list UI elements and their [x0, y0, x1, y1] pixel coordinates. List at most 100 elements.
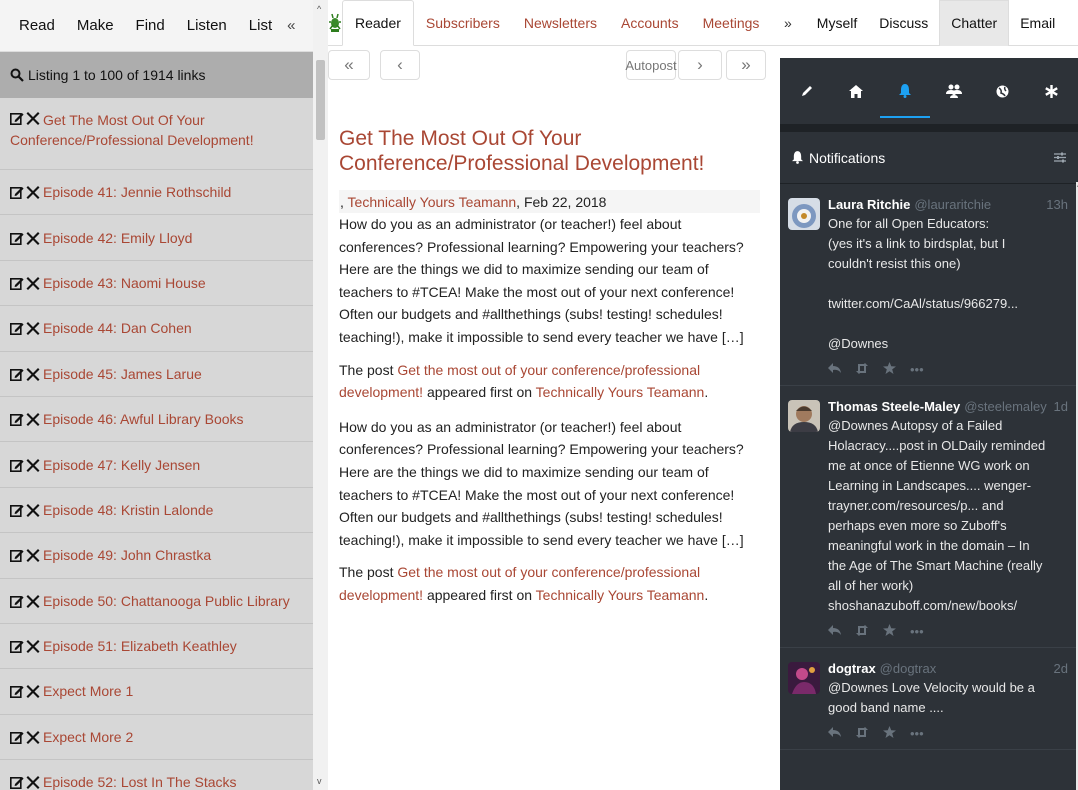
retweet-icon[interactable]	[855, 362, 869, 377]
filter-sliders-icon[interactable]	[1054, 150, 1066, 166]
edit-icon[interactable]	[10, 276, 24, 290]
tweet-item[interactable]: Thomas Steele-Maley @steelemaley 1d @Downe…	[780, 386, 1078, 648]
globe-icon[interactable]	[990, 78, 1016, 104]
autopost-button[interactable]: Autopost	[625, 50, 677, 80]
prev-button[interactable]: ‹	[380, 50, 420, 80]
link-title[interactable]: Episode 48: Kristin Lalonde	[43, 500, 213, 520]
settings-asterisk-icon[interactable]	[1039, 78, 1065, 104]
link-title[interactable]: Episode 43: Naomi House	[43, 273, 206, 293]
more-options-icon[interactable]: •••	[910, 726, 924, 741]
edit-icon[interactable]	[10, 185, 24, 200]
edit-icon[interactable]	[10, 458, 24, 472]
tab-listen[interactable]: Listen	[176, 17, 238, 34]
followers-icon[interactable]	[941, 78, 967, 104]
reply-icon[interactable]	[828, 726, 841, 741]
link-title[interactable]: Episode 45: James Larue	[43, 364, 202, 384]
post-site-link[interactable]: Technically Yours Teamann	[536, 587, 705, 603]
delete-icon[interactable]	[26, 321, 40, 336]
scroll-down-icon[interactable]: v	[317, 776, 322, 786]
delete-icon[interactable]	[26, 276, 40, 290]
edit-icon[interactable]	[10, 412, 24, 427]
byline-author-link[interactable]: Technically Yours Teamann	[348, 194, 517, 210]
link-list-item[interactable]: Episode 51: Elizabeth Keathley	[0, 624, 313, 670]
tweet-handle[interactable]: @dogtrax	[880, 660, 937, 678]
delete-icon[interactable]	[26, 367, 40, 381]
tweet-author[interactable]: Laura Ritchie	[828, 196, 910, 214]
link-title[interactable]: Expect More 1	[43, 681, 133, 701]
edit-icon[interactable]	[10, 684, 24, 699]
link-list-item[interactable]: Episode 43: Naomi House	[0, 261, 313, 307]
link-title[interactable]: Episode 46: Awful Library Books	[43, 409, 244, 429]
delete-icon[interactable]	[26, 185, 40, 200]
tweet-item[interactable]: Laura Ritchie @lauraritchie 13h One for al…	[780, 184, 1078, 386]
compose-icon[interactable]	[794, 78, 820, 104]
tab-meetings[interactable]: Meetings	[691, 0, 770, 46]
edit-icon[interactable]	[10, 503, 24, 517]
delete-icon[interactable]	[26, 775, 40, 790]
delete-icon[interactable]	[26, 639, 40, 654]
tab-email[interactable]: Email	[1009, 0, 1066, 46]
link-list-item[interactable]: Episode 42: Emily Lloyd	[0, 215, 313, 261]
edit-icon[interactable]	[10, 639, 24, 654]
reply-icon[interactable]	[828, 624, 841, 639]
link-list-item[interactable]: Expect More 1	[0, 669, 313, 715]
delete-icon[interactable]	[26, 594, 40, 608]
home-icon[interactable]	[843, 78, 869, 104]
delete-icon[interactable]	[26, 548, 40, 563]
link-title[interactable]: Episode 52: Lost In The Stacks	[43, 772, 237, 790]
link-list-item[interactable]: Get The Most Out Of Your Conference/Prof…	[0, 98, 313, 170]
delete-icon[interactable]	[26, 458, 40, 472]
avatar[interactable]	[788, 198, 820, 230]
delete-icon[interactable]	[26, 730, 40, 744]
avatar[interactable]	[788, 662, 820, 694]
tab-list[interactable]: List	[238, 17, 283, 34]
tab-subscribers[interactable]: Subscribers	[414, 0, 512, 46]
favorite-star-icon[interactable]	[883, 362, 896, 377]
tab-chatter[interactable]: Chatter	[939, 0, 1010, 46]
tweet-author[interactable]: dogtrax	[828, 660, 876, 678]
link-list-item[interactable]: Episode 46: Awful Library Books	[0, 397, 313, 443]
expand-right-button[interactable]: »	[770, 15, 806, 31]
edit-icon[interactable]	[10, 231, 24, 245]
delete-icon[interactable]	[26, 231, 40, 245]
more-options-icon[interactable]: •••	[910, 362, 924, 377]
edit-icon[interactable]	[10, 367, 24, 381]
left-scrollbar[interactable]: ^ v	[313, 0, 328, 790]
first-button[interactable]: «	[328, 50, 370, 80]
link-title[interactable]: Episode 50: Chattanooga Public Library	[43, 591, 290, 611]
collapse-left-button[interactable]: «	[283, 17, 295, 34]
link-title[interactable]: Episode 49: John Chrastka	[43, 545, 211, 565]
notifications-bell-icon[interactable]	[879, 78, 930, 118]
link-title[interactable]: Get The Most Out Of Your Conference/Prof…	[10, 112, 254, 148]
tweet-author[interactable]: Thomas Steele-Maley	[828, 398, 960, 416]
tab-read[interactable]: Read	[8, 17, 66, 34]
retweet-icon[interactable]	[855, 726, 869, 741]
delete-icon[interactable]	[26, 412, 40, 427]
tweet-handle[interactable]: @lauraritchie	[914, 196, 991, 214]
avatar[interactable]	[788, 400, 820, 432]
link-title[interactable]: Expect More 2	[43, 727, 133, 747]
link-list-item[interactable]: Episode 48: Kristin Lalonde	[0, 488, 313, 534]
link-list-item[interactable]: Expect More 2	[0, 715, 313, 761]
tweet-handle[interactable]: @steelemaley	[964, 398, 1047, 416]
article-title[interactable]: Get The Most Out Of Your Conference/Prof…	[339, 126, 760, 176]
edit-icon[interactable]	[10, 111, 24, 125]
link-title[interactable]: Episode 41: Jennie Rothschild	[43, 182, 231, 202]
link-list-item[interactable]: Episode 45: James Larue	[0, 352, 313, 397]
tab-find[interactable]: Find	[125, 17, 176, 34]
delete-icon[interactable]	[26, 684, 40, 699]
tweet-item[interactable]: dogtrax @dogtrax 2d @Downes Love Velocity …	[780, 648, 1078, 750]
tab-reader[interactable]: Reader	[342, 0, 414, 46]
edit-icon[interactable]	[10, 730, 24, 744]
link-list-item[interactable]: Episode 41: Jennie Rothschild	[0, 170, 313, 216]
link-list-item[interactable]: Episode 50: Chattanooga Public Library	[0, 579, 313, 624]
retweet-icon[interactable]	[855, 624, 869, 639]
link-list-item[interactable]: Episode 49: John Chrastka	[0, 533, 313, 579]
link-title[interactable]: Episode 44: Dan Cohen	[43, 318, 192, 338]
favorite-star-icon[interactable]	[883, 624, 896, 639]
edit-icon[interactable]	[10, 548, 24, 563]
edit-icon[interactable]	[10, 321, 24, 336]
link-title[interactable]: Episode 51: Elizabeth Keathley	[43, 636, 237, 656]
next-button[interactable]: ›	[678, 50, 722, 80]
post-site-link[interactable]: Technically Yours Teamann	[536, 384, 705, 400]
